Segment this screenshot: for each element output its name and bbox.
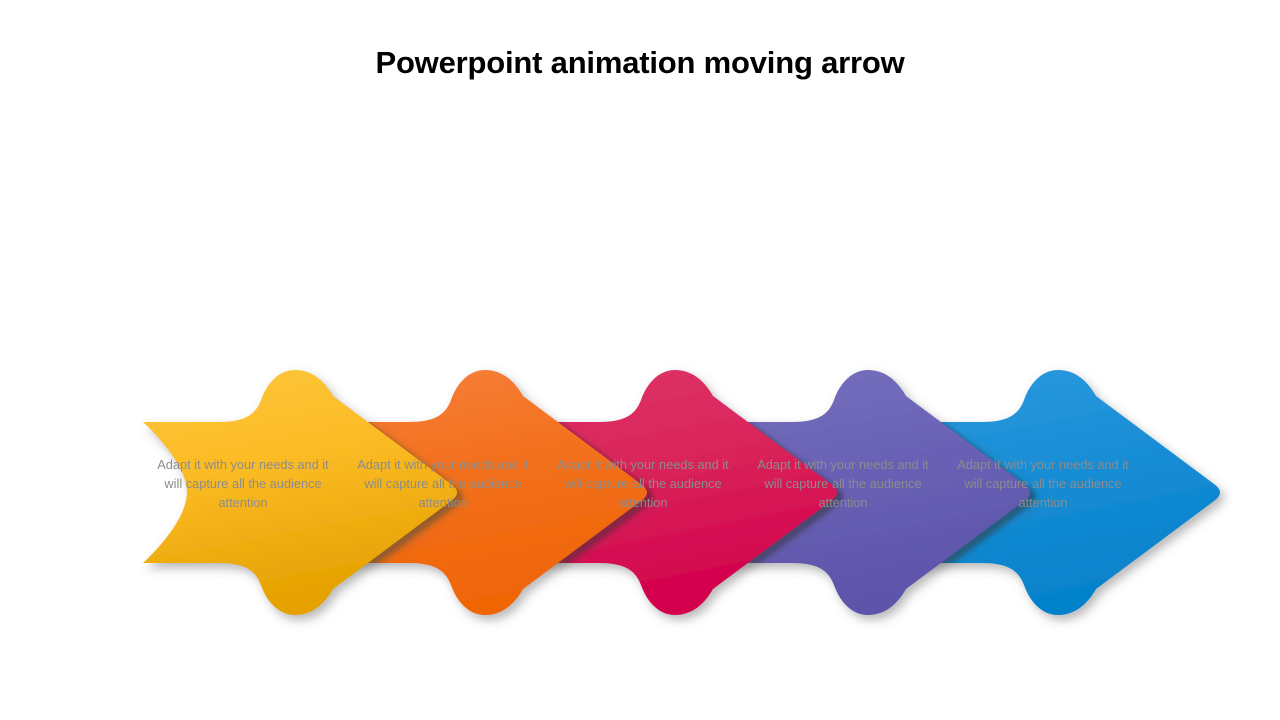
caption-step-1: Adapt it with your needs and it will cap…: [157, 457, 329, 510]
presentation-board-icon: [631, 289, 665, 323]
caption-step-2: Adapt it with your needs and it will cap…: [357, 457, 529, 510]
arrow-process-diagram: [0, 0, 1280, 720]
caption-step-4: Adapt it with your needs and it will cap…: [757, 457, 929, 510]
safe-vault-icon: [255, 290, 287, 322]
slide-canvas: Powerpoint animation moving arrow Adapt …: [0, 0, 1280, 720]
layers-icon: [1013, 290, 1049, 324]
caption-row: Adapt it with your needs and it will cap…: [143, 455, 1143, 545]
film-strip-icon: [826, 289, 856, 322]
arrow-process-svg: [143, 289, 1220, 615]
caption-step-3: Adapt it with your needs and it will cap…: [557, 457, 729, 510]
caption-step-5: Adapt it with your needs and it will cap…: [957, 457, 1129, 510]
atom-icon: [439, 290, 471, 322]
